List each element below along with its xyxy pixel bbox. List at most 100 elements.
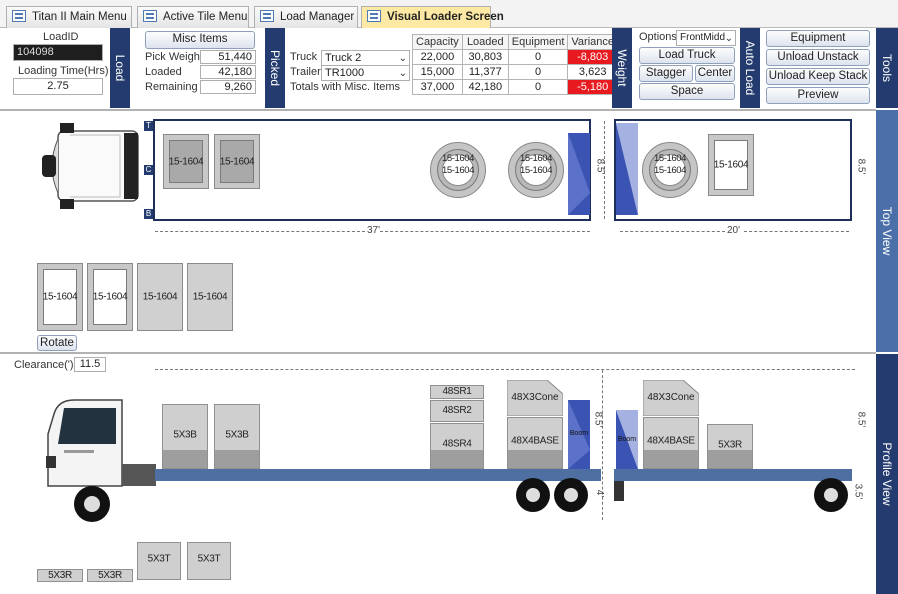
truck-select[interactable]: Truck 2 ⌄ xyxy=(321,50,410,66)
unload-keep-stack-button[interactable]: Unload Keep Stack xyxy=(766,68,870,85)
coil-item[interactable]: 15-1604 15-1604 xyxy=(642,142,698,198)
boom-item[interactable] xyxy=(568,133,590,215)
table-row: 37,000 42,180 0 -5,180 xyxy=(412,79,618,95)
tab-load-manager[interactable]: Load Manager xyxy=(254,6,358,28)
rotate-button[interactable]: Rotate xyxy=(37,335,77,351)
profile-view-canvas: Clearance(') 11.5 5X3B 5X3B 48SR1 48SR2 … xyxy=(0,354,876,594)
truck-length-label: 37' xyxy=(367,225,381,236)
options-select[interactable]: FrontMidd ⌄ xyxy=(676,30,736,46)
profile-item[interactable]: 5X3B xyxy=(214,404,260,469)
load-item[interactable]: 15-1604 xyxy=(708,134,754,196)
clearance-field[interactable]: 11.5 xyxy=(74,357,106,372)
tools-bar: Tools xyxy=(876,28,898,108)
staging-item[interactable]: 15-1604 xyxy=(187,263,233,331)
equipment-button[interactable]: Equipment xyxy=(766,30,870,47)
loaded-label: Loaded xyxy=(145,66,182,78)
tab-visual-loader-screen[interactable]: Visual Loader Screen xyxy=(361,6,504,28)
stagger-button[interactable]: Stagger xyxy=(639,65,693,82)
table-row: 15,000 11,377 0 3,623 xyxy=(412,64,618,80)
boom-item[interactable] xyxy=(616,123,638,215)
autoload-section-bar: Auto Load xyxy=(740,28,760,108)
boom-item[interactable]: Boom xyxy=(568,400,590,469)
profile-item[interactable]: 48X4BASE xyxy=(507,417,563,469)
autoload-section-label: Auto Load xyxy=(743,40,757,96)
staging-item[interactable]: 5X3T xyxy=(137,542,181,580)
chevron-down-icon: ⌄ xyxy=(724,33,733,44)
profile-item[interactable]: 5X3B xyxy=(162,404,208,469)
staging-item[interactable]: 5X3T xyxy=(187,542,231,580)
chevron-down-icon: ⌄ xyxy=(398,53,407,64)
load-item[interactable]: 15-1604 xyxy=(163,134,209,189)
center-button[interactable]: Center xyxy=(695,65,735,82)
load-section-bar: Load xyxy=(110,28,130,108)
staging-item[interactable]: 5X3R xyxy=(37,569,83,582)
top-marker[interactable]: T xyxy=(144,121,153,131)
coil-item[interactable]: 15-1604 15-1604 xyxy=(430,142,486,198)
top-view-canvas: T C B 15-1604 15-1604 15-1604 15-1604 15-… xyxy=(0,111,876,351)
preview-button[interactable]: Preview xyxy=(766,87,870,104)
top-view-bar: Top View xyxy=(876,110,898,352)
tab-active-tile-menu[interactable]: Active Tile Menu xyxy=(137,6,249,28)
length-guide xyxy=(620,231,725,232)
loadid-field[interactable]: 104098 xyxy=(13,44,103,61)
boom-item[interactable]: Boom xyxy=(616,410,638,469)
space-button[interactable]: Space xyxy=(639,83,735,100)
loaded-header: Loaded xyxy=(461,34,509,50)
equipment-cell: 0 xyxy=(507,79,569,95)
profile-item[interactable]: 48SR4 xyxy=(430,423,484,469)
staging-item[interactable]: 15-1604 xyxy=(87,263,133,331)
load-truck-button[interactable]: Load Truck xyxy=(639,47,735,64)
load-item[interactable]: 15-1604 xyxy=(214,134,260,189)
misc-items-button[interactable]: Misc Items xyxy=(145,31,255,49)
center-marker[interactable]: C xyxy=(144,165,153,175)
trailer-value: TR1000 xyxy=(325,67,365,79)
cone-item[interactable]: 48X3Cone xyxy=(642,379,700,417)
trailer-label: Trailer xyxy=(290,66,321,78)
tab-label: Load Manager xyxy=(280,11,355,23)
profile-item[interactable]: 5X3R xyxy=(707,424,753,469)
loading-time-field[interactable]: 2.75 xyxy=(13,78,103,95)
coil-item[interactable]: 15-1604 15-1604 xyxy=(508,142,564,198)
length-guide xyxy=(155,231,365,232)
staging-item[interactable]: 15-1604 xyxy=(37,263,83,331)
truck-width-label: 8.5' xyxy=(594,158,606,175)
equipment-header: Equipment xyxy=(507,34,569,50)
weight-section-bar: Weight xyxy=(612,28,632,108)
wheel-icon xyxy=(554,478,588,512)
header-panel: LoadID 104098 Loading Time(Hrs) 2.75 Loa… xyxy=(0,28,898,110)
cone-item[interactable]: 48X3Cone xyxy=(506,379,564,417)
wheel-icon xyxy=(814,478,848,512)
remaining-field: 9,260 xyxy=(200,80,256,94)
length-guide xyxy=(380,231,590,232)
truck-value: Truck 2 xyxy=(325,52,362,64)
remaining-label: Remaining xyxy=(145,81,198,93)
tools-label: Tools xyxy=(880,53,894,83)
bottom-marker[interactable]: B xyxy=(144,209,153,219)
staging-item[interactable]: 15-1604 xyxy=(137,263,183,331)
variance-header: Variance xyxy=(567,34,618,50)
wheel-icon xyxy=(516,478,550,512)
profile-view-label: Profile View xyxy=(880,442,894,506)
tab-bar: Titan II Main Menu Active Tile Menu Load… xyxy=(0,0,898,28)
form-icon xyxy=(12,10,26,22)
profile-item[interactable]: 48SR1 xyxy=(430,385,484,399)
variance-cell: -5,180 xyxy=(567,79,618,95)
loaded-cell: 11,377 xyxy=(461,64,509,80)
profile-item[interactable]: 48SR2 xyxy=(430,400,484,422)
tab-label: Active Tile Menu xyxy=(163,11,248,23)
weight-section-label: Weight xyxy=(615,49,629,87)
picked-section-bar: Picked xyxy=(265,28,285,108)
tab-titan-main-menu[interactable]: Titan II Main Menu xyxy=(6,6,132,28)
trailer-height-label: 8.5' xyxy=(855,411,867,428)
profile-item[interactable]: 48X4BASE xyxy=(643,417,699,469)
load-section-label: Load xyxy=(113,54,127,82)
unload-unstack-button[interactable]: Unload Unstack xyxy=(766,49,870,66)
trailer-deck xyxy=(614,469,852,481)
trailer-select[interactable]: TR1000 ⌄ xyxy=(321,65,410,81)
form-icon xyxy=(367,10,381,22)
loaded-cell: 42,180 xyxy=(461,79,509,95)
loadid-label: LoadID xyxy=(43,31,79,43)
loading-time-label: Loading Time(Hrs) xyxy=(18,65,109,77)
staging-item[interactable]: 5X3R xyxy=(87,569,133,582)
clearance-label: Clearance(') xyxy=(14,359,74,371)
